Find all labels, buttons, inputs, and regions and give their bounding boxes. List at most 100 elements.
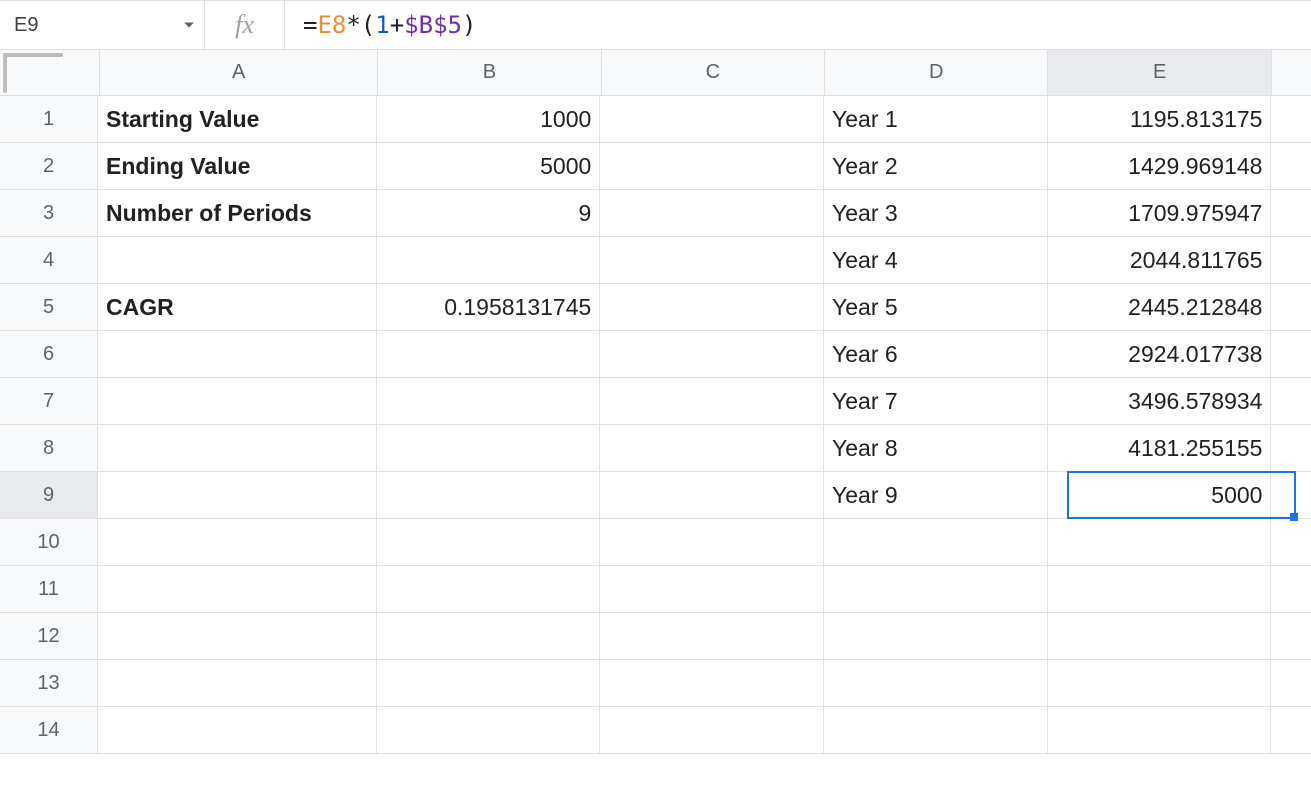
row-header-10[interactable]: 10	[0, 519, 98, 566]
cell-a2[interactable]: Ending Value	[98, 143, 377, 190]
cell-e6[interactable]: 2924.017738	[1048, 331, 1272, 378]
cell-a1[interactable]: Starting Value	[98, 96, 377, 143]
cell-a3[interactable]: Number of Periods	[98, 190, 377, 237]
row-header-8[interactable]: 8	[0, 425, 98, 472]
row-header-6[interactable]: 6	[0, 331, 98, 378]
cell-b4[interactable]	[377, 237, 601, 284]
cell-b3[interactable]: 9	[377, 190, 601, 237]
cell-e1[interactable]: 1195.813175	[1048, 96, 1272, 143]
cell-b7[interactable]	[377, 378, 601, 425]
cell-partial-10[interactable]	[1271, 519, 1311, 566]
cell-e2[interactable]: 1429.969148	[1048, 143, 1272, 190]
cell-a12[interactable]	[98, 613, 377, 660]
cell-c11[interactable]	[600, 566, 824, 613]
cell-b11[interactable]	[377, 566, 601, 613]
cell-partial-6[interactable]	[1271, 331, 1311, 378]
cell-d11[interactable]	[824, 566, 1048, 613]
cell-e3[interactable]: 1709.975947	[1048, 190, 1272, 237]
cell-partial-9[interactable]	[1271, 472, 1311, 519]
cell-e13[interactable]	[1048, 660, 1272, 707]
cell-partial-14[interactable]	[1271, 707, 1311, 754]
cell-e8[interactable]: 4181.255155	[1048, 425, 1272, 472]
cell-c9[interactable]	[600, 472, 824, 519]
row-header-11[interactable]: 11	[0, 566, 98, 613]
cell-c6[interactable]	[600, 331, 824, 378]
cell-e12[interactable]	[1048, 613, 1272, 660]
cell-c4[interactable]	[600, 237, 824, 284]
cell-a4[interactable]	[98, 237, 377, 284]
cell-c13[interactable]	[600, 660, 824, 707]
cell-partial-1[interactable]	[1271, 96, 1311, 143]
row-header-14[interactable]: 14	[0, 707, 98, 754]
col-header-partial[interactable]	[1272, 50, 1311, 96]
cell-c10[interactable]	[600, 519, 824, 566]
cell-d4[interactable]: Year 4	[824, 237, 1048, 284]
formula-input[interactable]: =E8*(1+$B$5)	[285, 1, 1311, 49]
cell-e7[interactable]: 3496.578934	[1048, 378, 1272, 425]
cell-e9[interactable]: 5000	[1048, 472, 1272, 519]
row-header-4[interactable]: 4	[0, 237, 98, 284]
row-header-7[interactable]: 7	[0, 378, 98, 425]
cell-b12[interactable]	[377, 613, 601, 660]
row-header-9[interactable]: 9	[0, 472, 98, 519]
cell-a6[interactable]	[98, 331, 377, 378]
row-header-2[interactable]: 2	[0, 143, 98, 190]
chevron-down-icon[interactable]	[184, 23, 194, 28]
col-header-d[interactable]: D	[825, 50, 1048, 96]
cell-e5[interactable]: 2445.212848	[1048, 284, 1272, 331]
row-header-13[interactable]: 13	[0, 660, 98, 707]
cell-d3[interactable]: Year 3	[824, 190, 1048, 237]
cell-d5[interactable]: Year 5	[824, 284, 1048, 331]
cell-partial-13[interactable]	[1271, 660, 1311, 707]
cell-a14[interactable]	[98, 707, 377, 754]
cell-b2[interactable]: 5000	[377, 143, 601, 190]
cell-a11[interactable]	[98, 566, 377, 613]
cell-d9[interactable]: Year 9	[824, 472, 1048, 519]
cell-d13[interactable]	[824, 660, 1048, 707]
cell-e14[interactable]	[1048, 707, 1272, 754]
cell-e11[interactable]	[1048, 566, 1272, 613]
cell-c1[interactable]	[600, 96, 824, 143]
cell-d1[interactable]: Year 1	[824, 96, 1048, 143]
cell-c7[interactable]	[600, 378, 824, 425]
cell-b13[interactable]	[377, 660, 601, 707]
cell-d7[interactable]: Year 7	[824, 378, 1048, 425]
cell-partial-4[interactable]	[1271, 237, 1311, 284]
col-header-e[interactable]: E	[1048, 50, 1271, 96]
name-box[interactable]: E9	[0, 1, 205, 49]
cell-partial-12[interactable]	[1271, 613, 1311, 660]
col-header-a[interactable]: A	[100, 50, 378, 96]
col-header-b[interactable]: B	[378, 50, 601, 96]
spreadsheet-grid[interactable]: ABCDE 1Starting Value1000Year 11195.8131…	[0, 50, 1311, 754]
select-all-corner[interactable]	[0, 50, 100, 96]
cell-c3[interactable]	[600, 190, 824, 237]
row-header-12[interactable]: 12	[0, 613, 98, 660]
cell-c2[interactable]	[600, 143, 824, 190]
row-header-3[interactable]: 3	[0, 190, 98, 237]
cell-d14[interactable]	[824, 707, 1048, 754]
cell-b1[interactable]: 1000	[377, 96, 601, 143]
cell-a8[interactable]	[98, 425, 377, 472]
cell-a7[interactable]	[98, 378, 377, 425]
cell-partial-3[interactable]	[1271, 190, 1311, 237]
cell-b10[interactable]	[377, 519, 601, 566]
cell-e4[interactable]: 2044.811765	[1048, 237, 1272, 284]
cell-d2[interactable]: Year 2	[824, 143, 1048, 190]
cell-partial-5[interactable]	[1271, 284, 1311, 331]
cell-b5[interactable]: 0.1958131745	[377, 284, 601, 331]
cell-a5[interactable]: CAGR	[98, 284, 377, 331]
cell-b14[interactable]	[377, 707, 601, 754]
cell-a10[interactable]	[98, 519, 377, 566]
row-header-1[interactable]: 1	[0, 96, 98, 143]
cell-d8[interactable]: Year 8	[824, 425, 1048, 472]
cell-partial-7[interactable]	[1271, 378, 1311, 425]
cell-c12[interactable]	[600, 613, 824, 660]
cell-c14[interactable]	[600, 707, 824, 754]
cell-e10[interactable]	[1048, 519, 1272, 566]
cell-d10[interactable]	[824, 519, 1048, 566]
cell-partial-11[interactable]	[1271, 566, 1311, 613]
cell-b6[interactable]	[377, 331, 601, 378]
cell-c5[interactable]	[600, 284, 824, 331]
cell-b9[interactable]	[377, 472, 601, 519]
cell-partial-2[interactable]	[1271, 143, 1311, 190]
